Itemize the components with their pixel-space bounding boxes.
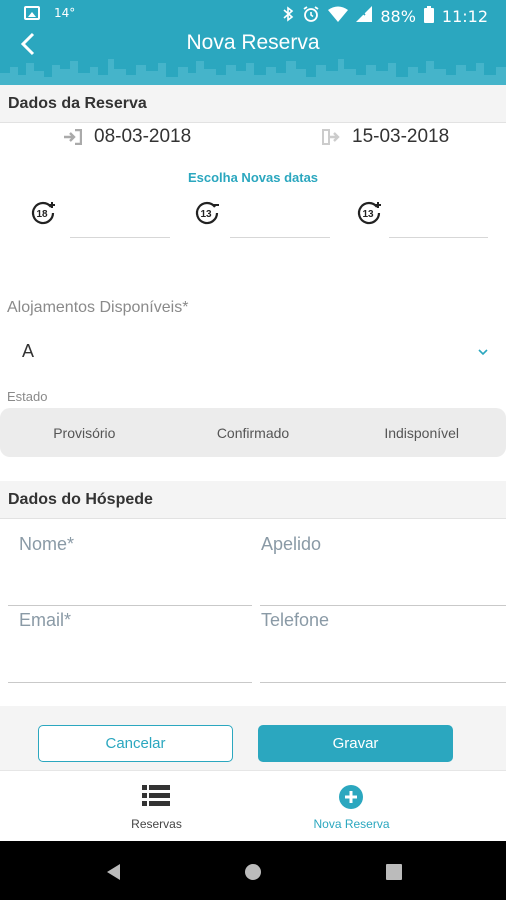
alarm-icon (302, 5, 320, 27)
system-navigation-bar (0, 841, 506, 900)
home-circle-icon[interactable] (244, 863, 262, 881)
age-13-minus-icon: 13 (195, 201, 219, 225)
age-13-plus-icon: 13 (357, 201, 381, 225)
reservation-section-header: Dados da Reserva (0, 85, 506, 123)
bluetooth-icon (282, 6, 294, 26)
state-segmented-control: Provisório Confirmado Indisponível (0, 408, 506, 457)
save-button[interactable]: Gravar (258, 725, 453, 762)
check-out-value: 15-03-2018 (352, 126, 450, 147)
page-title: Nova Reserva (186, 32, 320, 54)
age-input-underline (70, 237, 170, 238)
skyline-decoration (0, 59, 506, 85)
accommodation-selected: A (22, 341, 35, 361)
email-placeholder: Email* (19, 610, 72, 630)
age-input-underline (389, 237, 488, 238)
state-label: Estado (7, 389, 48, 404)
name-field[interactable]: Nome* (8, 525, 252, 607)
state-option-provisional[interactable]: Provisório (0, 425, 169, 441)
temperature: 14° (54, 6, 76, 20)
cancel-button[interactable]: Cancelar (38, 725, 233, 762)
age-badge: 13 (200, 209, 212, 220)
back-triangle-icon[interactable] (105, 863, 121, 881)
nav-item-new-reservation[interactable]: Nova Reserva (225, 771, 478, 842)
app-bar: Nova Reserva (0, 32, 506, 85)
battery-icon (423, 5, 434, 27)
guest-section-header: Dados do Hóspede (0, 481, 506, 519)
status-bar: 14° 88% 11:12 (0, 0, 506, 32)
image-notification-icon (24, 6, 40, 20)
state-option-unavailable[interactable]: Indisponível (337, 425, 506, 441)
email-field[interactable]: Email* (8, 602, 252, 684)
age-18-plus-field[interactable]: 18 (30, 200, 170, 240)
surname-field[interactable]: Apelido (260, 525, 506, 607)
phone-underline (260, 682, 506, 683)
age-input-underline (230, 237, 330, 238)
clock-time: 11:12 (441, 6, 488, 26)
age-13-minus-field[interactable]: 13 (194, 200, 330, 240)
age-13-plus-field[interactable]: 13 (356, 200, 488, 240)
check-out-date[interactable]: 15-03-2018 (322, 126, 449, 148)
age-badge: 18 (36, 209, 48, 220)
sign-in-icon (64, 129, 82, 145)
chevron-down-icon (478, 349, 488, 356)
phone-placeholder: Telefone (261, 610, 330, 630)
age-badge: 13 (362, 209, 374, 220)
choose-new-dates-link[interactable]: Escolha Novas datas (0, 170, 506, 185)
accommodation-dropdown[interactable]: A (0, 330, 506, 374)
check-in-date[interactable]: 08-03-2018 (64, 126, 191, 148)
check-in-value: 08-03-2018 (94, 126, 192, 147)
email-underline (8, 682, 252, 683)
state-option-confirmed[interactable]: Confirmado (169, 425, 338, 441)
age-18-plus-icon: 18 (31, 201, 55, 225)
add-circle-icon (339, 785, 363, 809)
sign-out-icon (322, 129, 340, 145)
wifi-icon (328, 6, 349, 26)
signal-icon (356, 6, 373, 26)
battery-percent: 88% (380, 6, 416, 26)
phone-field[interactable]: Telefone (260, 602, 506, 684)
name-placeholder: Nome* (19, 534, 75, 554)
nav-label-new-reservation: Nova Reserva (313, 817, 390, 831)
surname-placeholder: Apelido (261, 534, 322, 554)
bottom-navigation: Reservas Nova Reserva (0, 770, 506, 841)
list-icon (142, 785, 170, 806)
accommodations-label: Alojamentos Disponíveis* (7, 299, 189, 316)
recents-square-icon[interactable] (386, 864, 402, 880)
